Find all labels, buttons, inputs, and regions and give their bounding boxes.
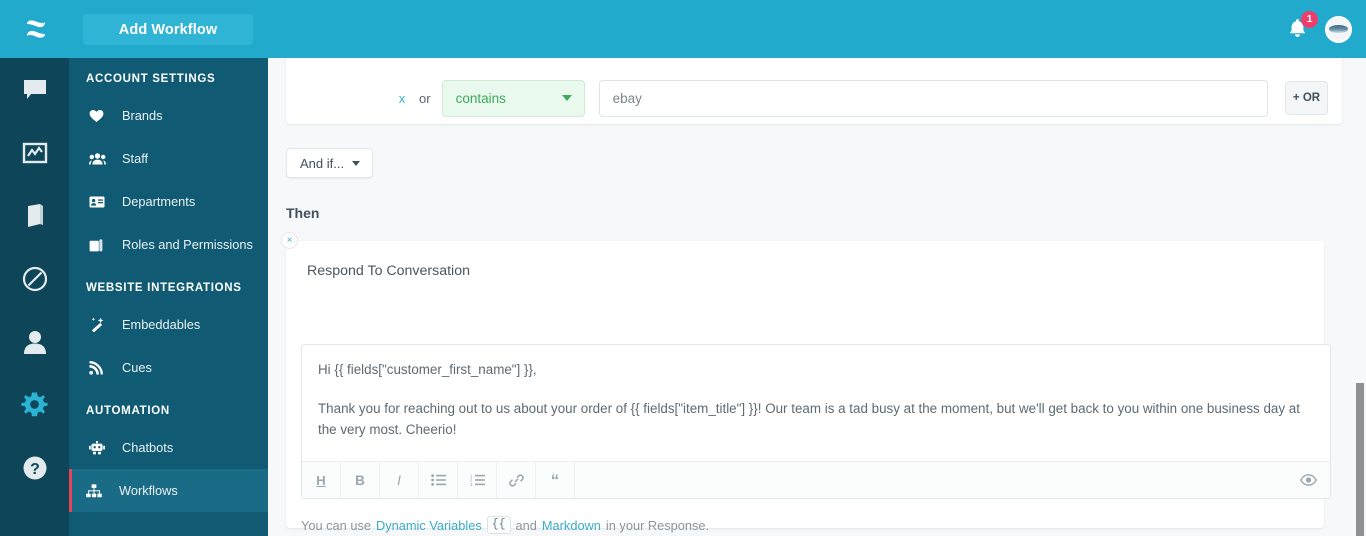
people-group-icon [89,152,111,165]
italic-button[interactable]: I [380,462,419,498]
sidebar-item-label: Departments [122,194,196,209]
settings-submenu: ACCOUNT SETTINGS Brands Staff Department… [69,58,268,536]
menu-section-account-settings: ACCOUNT SETTINGS [86,73,216,85]
respond-action-card: Respond To Conversation Hi {{ fields["cu… [286,241,1331,534]
curly-brace-chip: {{ [486,516,511,534]
remove-condition-button[interactable]: x [394,91,410,106]
then-section-label: Then [286,205,320,221]
and-if-label: And if... [300,155,345,171]
bullet-list-icon [430,474,446,486]
link-chain-icon [508,473,524,487]
id-card-icon [89,196,111,208]
svg-text:3: 3 [470,482,473,486]
no-entry-circle-icon [22,266,47,291]
hint-suffix: in your Response. [605,517,710,533]
blockquote-button[interactable]: “ [536,462,575,498]
svg-text:?: ? [30,461,40,478]
sitemap-icon [86,483,108,498]
rail-item-help-question-icon[interactable]: ? [0,436,69,499]
chevron-down-icon [561,95,572,101]
markdown-link[interactable]: Markdown [542,518,601,533]
sidebar-item-label: Staff [122,151,149,166]
sidebar-item-label: Chatbots [122,440,174,455]
sidebar-item-workflows[interactable]: Workflows [69,469,268,512]
top-bar-right-actions: 1 [1287,0,1352,58]
sidebar-item-chatbots[interactable]: Chatbots [69,426,268,469]
book-icon [27,203,43,227]
app-root: Add Workflow 1 ? ACCOUNT SETTINGS Brands… [0,0,1366,536]
dynamic-variables-link[interactable]: Dynamic Variables [376,518,482,533]
notification-count-badge: 1 [1301,11,1318,28]
sidebar-item-embeddables[interactable]: Embeddables [69,303,268,346]
scrollbar-thumb[interactable] [1356,383,1364,536]
sidebar-item-brands[interactable]: Brands [69,94,268,137]
top-bar: Add Workflow 1 [0,0,1366,58]
add-or-condition-button[interactable]: + OR [1285,81,1328,115]
bullet-list-button[interactable] [419,462,458,498]
sidebar-item-label: Embeddables [122,317,201,332]
rail-item-person-icon[interactable] [0,310,69,373]
sidebar-item-roles-and-permissions[interactable]: Roles and Permissions [69,223,268,266]
remove-action-button[interactable]: × [281,232,298,249]
condition-card: x or contains + OR [286,58,1342,124]
operator-select[interactable]: contains [441,79,585,117]
chat-bubble-icon [23,79,46,99]
menu-section-website-integrations: WEBSITE INTEGRATIONS [86,282,242,294]
magic-wand-icon [89,317,111,332]
gear-settings-icon [21,392,48,417]
eye-preview-icon[interactable] [1286,462,1330,498]
response-editor: Hi {{ fields["customer_first_name"] }}, … [301,344,1331,499]
sidebar-item-label: Roles and Permissions [122,237,253,252]
rail-item-gear-settings-icon[interactable] [0,373,69,436]
menu-section-automation: AUTOMATION [86,405,170,417]
sidebar-item-cues[interactable]: Cues [69,346,268,389]
notification-bell-icon[interactable]: 1 [1287,11,1318,41]
sidebar-item-label: Brands [122,108,163,123]
chevron-down-icon [352,160,361,166]
condition-row: x or contains + OR [286,78,1342,118]
avatar[interactable] [1325,15,1352,43]
and-if-dropdown[interactable]: And if... [286,148,374,178]
leaf-logo-icon[interactable] [19,13,52,45]
operator-select-value: contains [455,90,506,106]
response-paragraph-2: Thank you for reaching out to us about y… [318,401,1300,437]
hint-prefix: You can use [301,517,371,533]
chart-analytics-icon [22,142,47,163]
rail-item-book-icon[interactable] [0,184,69,247]
sidebar-item-label: Cues [122,360,152,375]
rss-feed-icon [89,360,111,375]
briefcase-icon [89,238,111,252]
person-icon [23,330,46,354]
heading-button[interactable]: H [302,462,341,498]
vertical-scrollbar[interactable] [1353,58,1366,536]
dynamic-variables-hint: You can use Dynamic Variables {{ and Mar… [301,516,709,534]
help-question-icon: ? [23,456,46,479]
robot-icon [89,440,111,455]
bold-button[interactable]: B [341,462,380,498]
condition-value-input[interactable] [598,79,1268,117]
rail-item-chart-analytics-icon[interactable] [0,121,69,184]
rail-item-no-entry-circle-icon[interactable] [0,247,69,310]
add-workflow-button[interactable]: Add Workflow [83,14,253,45]
sidebar-item-departments[interactable]: Departments [69,180,268,223]
response-editor-body[interactable]: Hi {{ fields["customer_first_name"] }}, … [302,345,1330,458]
sidebar-item-label: Workflows [119,483,178,498]
condition-joiner-label: or [419,90,431,106]
sidebar-item-staff[interactable]: Staff [69,137,268,180]
hint-middle: and [515,517,537,533]
rail-item-chat-bubble-icon[interactable] [0,58,69,121]
primary-icon-rail: ? [0,58,69,536]
link-button[interactable] [497,462,536,498]
heart-icon [89,109,111,123]
numbered-list-button[interactable]: 1 2 3 [458,462,497,498]
avatar-image [1329,25,1348,33]
numbered-list-icon: 1 2 3 [470,474,485,486]
action-title: Respond To Conversation [307,263,470,279]
workflow-editor-content: x or contains + OR And if... Then × Resp… [268,58,1366,536]
response-paragraph-1: Hi {{ fields["customer_first_name"] }}, [318,362,537,377]
editor-toolbar: H B I 1 2 3 “ [302,461,1330,498]
